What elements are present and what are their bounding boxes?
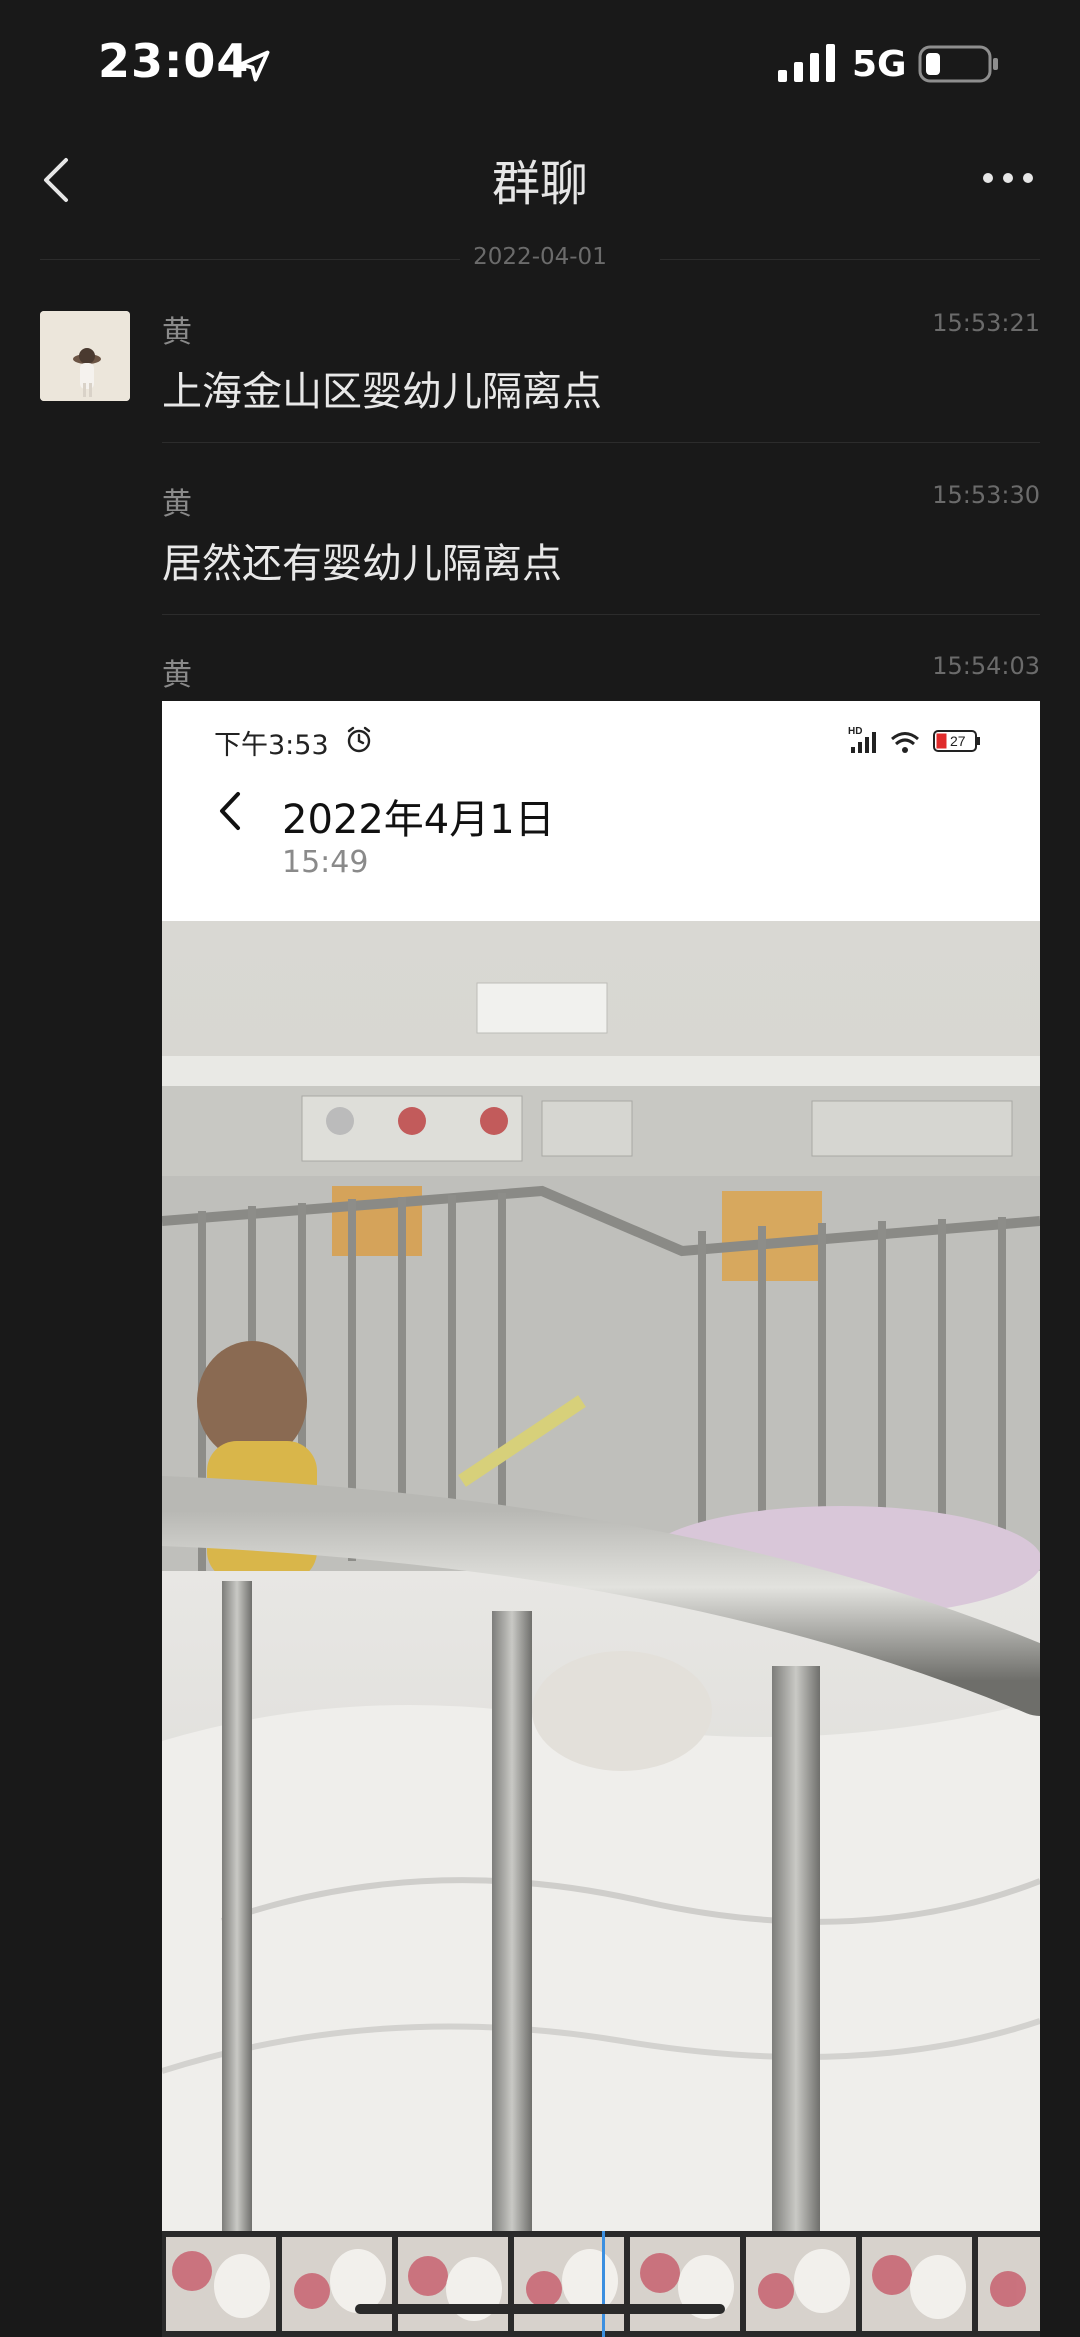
message-time: 15:54:03 — [932, 652, 1040, 680]
signal-bars-icon — [778, 44, 835, 82]
status-bar: 23:04 5G — [0, 0, 1080, 130]
message-time: 15:53:30 — [932, 481, 1040, 509]
divider — [660, 259, 1040, 260]
sender-name: 黄 — [162, 315, 192, 350]
video-filmstrip[interactable] — [162, 2231, 1040, 2337]
back-chevron-icon — [220, 792, 240, 830]
embedded-battery-level: 27 — [950, 733, 966, 749]
svg-text:HD: HD — [848, 726, 862, 737]
date-separator: 2022-04-01 — [40, 240, 1040, 280]
network-type: 5G — [852, 44, 907, 85]
home-indicator[interactable] — [355, 2304, 725, 2314]
avatar-image — [40, 311, 130, 401]
more-dots-icon[interactable] — [982, 168, 1034, 188]
alarm-clock-icon — [347, 726, 371, 753]
location-arrow-icon — [238, 50, 270, 82]
filmstrip-frames — [166, 2231, 1040, 2337]
crib-photo — [162, 921, 1040, 2231]
message-item: 黄 15:54:03 — [162, 650, 1040, 700]
status-time: 23:04 — [98, 34, 250, 88]
chat-title: 群聊 — [491, 156, 588, 212]
embedded-status-bar: 下午3:53 HD 27 — [162, 701, 1040, 761]
wifi-icon — [891, 732, 919, 753]
embedded-date-title: 2022年4月1日 — [282, 797, 555, 843]
nav-bar: 群聊 — [0, 130, 1080, 250]
embedded-status-icons: HD 27 — [848, 726, 980, 753]
image-message[interactable]: 下午3:53 HD 27 2022年4月1日 15:49 — [162, 701, 1040, 2337]
avatar[interactable] — [40, 311, 130, 401]
message-time: 15:53:21 — [932, 309, 1040, 337]
message-item[interactable]: 黄 15:53:30 居然还有婴幼儿隔离点 — [162, 479, 1040, 615]
embedded-status-time: 下午3:53 — [214, 730, 329, 761]
divider — [162, 614, 1040, 615]
message-item[interactable]: 黄 15:53:21 上海金山区婴幼儿隔离点 — [162, 307, 1040, 443]
divider — [162, 442, 1040, 443]
hd-signal-icon: HD — [848, 726, 876, 753]
embedded-header: 2022年4月1日 15:49 — [162, 761, 1040, 921]
battery-icon: 27 — [933, 730, 980, 752]
message-text: 居然还有婴幼儿隔离点 — [162, 541, 562, 587]
message-text: 上海金山区婴幼儿隔离点 — [162, 369, 602, 415]
date-label: 2022-04-01 — [473, 244, 607, 270]
sender-name: 黄 — [162, 658, 192, 693]
sender-name: 黄 — [162, 487, 192, 522]
battery-low-icon — [918, 45, 998, 83]
embedded-sub-time: 15:49 — [282, 845, 369, 880]
